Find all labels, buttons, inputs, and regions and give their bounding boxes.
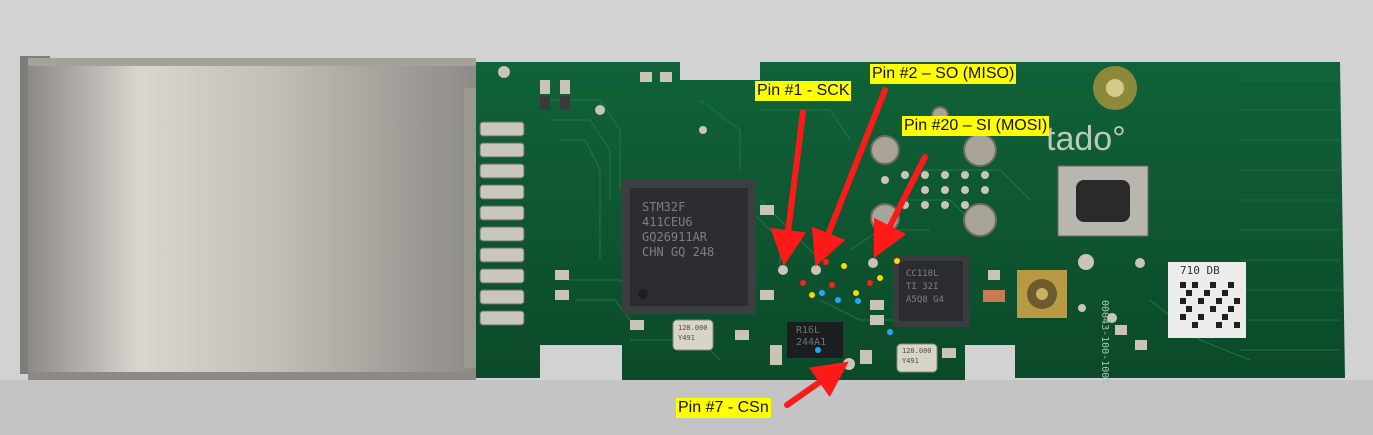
mcu-line: CHN GQ 248 xyxy=(642,245,715,259)
label-pin2: Pin #2 – SO (MISO) xyxy=(870,64,1017,84)
crystal-right-marking: 128.000 Y491 xyxy=(902,346,932,366)
radio-line: A5Q8 G4 xyxy=(906,295,944,305)
label-pin7: Pin #7 - CSn xyxy=(676,398,771,418)
label-pin1: Pin #1 - SCK xyxy=(755,81,852,101)
crystal-line: Y491 xyxy=(678,334,695,342)
mcu-line: 411CEU6 xyxy=(642,215,693,229)
eeprom-line: R16L xyxy=(796,325,821,336)
eeprom-marking: R16L 244A1 xyxy=(796,325,826,349)
gold-test-pad xyxy=(1093,66,1137,110)
sticker-text: 710 DB xyxy=(1180,264,1220,277)
mcu-line: STM32F xyxy=(642,200,686,214)
radio-line: CC110L xyxy=(906,269,939,279)
push-button xyxy=(1057,165,1149,237)
radio-line: TI 32I xyxy=(906,282,939,292)
mcu-line: GQ26911AR xyxy=(642,230,708,244)
rf-connector xyxy=(1017,270,1067,318)
crystal-line: Y491 xyxy=(902,357,919,365)
vertical-code: 00043-100-1005 xyxy=(1099,300,1110,385)
brand-logo: tado° xyxy=(1046,120,1126,158)
eeprom-line: 244A1 xyxy=(796,337,827,348)
crystal-line: 128.000 xyxy=(678,324,708,332)
label-pin20: Pin #20 – SI (MOSI) xyxy=(902,116,1050,136)
mcu-marking: STM32F 411CEU6 GQ26911AR CHN GQ 248 xyxy=(642,200,714,260)
rj45-connector xyxy=(20,56,476,380)
crystal-line: 128.000 xyxy=(902,347,932,355)
radio-marking: CC110L TI 32I A5Q8 G4 xyxy=(906,268,944,307)
crystal-left-marking: 128.000 Y491 xyxy=(678,323,708,343)
